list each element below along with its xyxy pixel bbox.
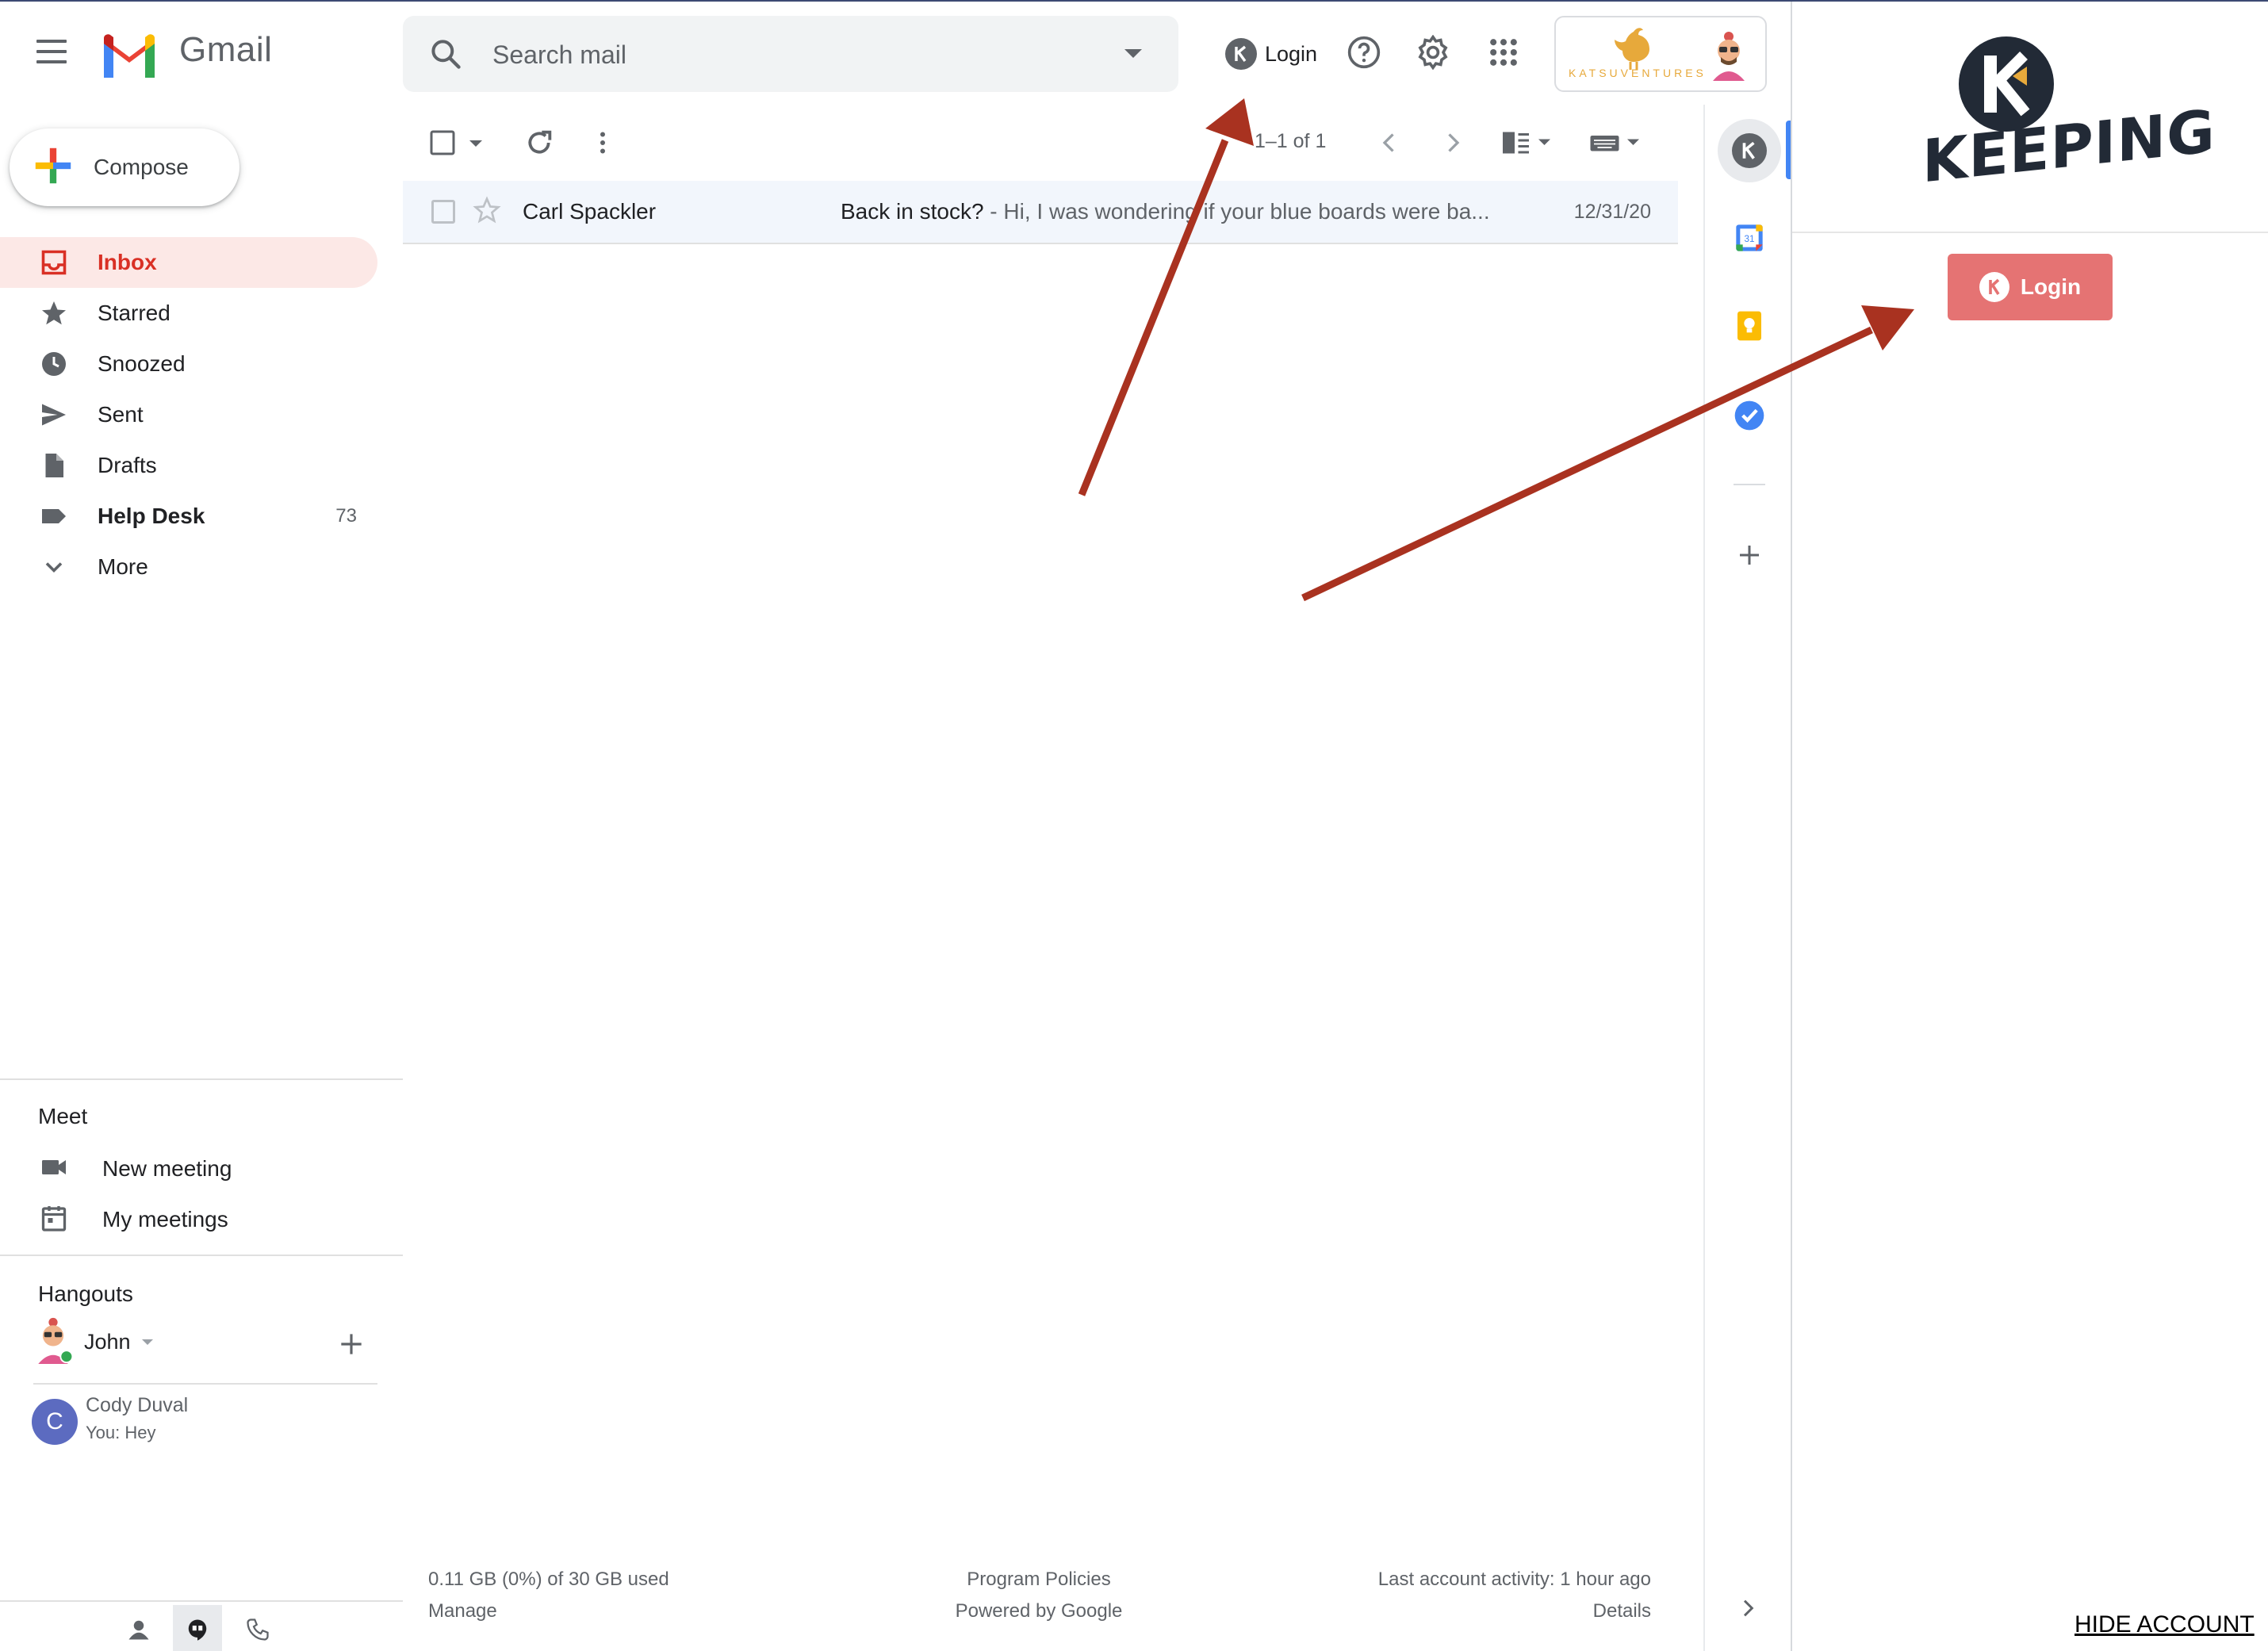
- annotation-arrow: [1078, 98, 1254, 496]
- annotation-arrows-overlay: [1078, 98, 1914, 602]
- annotation-arrow: [1301, 305, 1914, 602]
